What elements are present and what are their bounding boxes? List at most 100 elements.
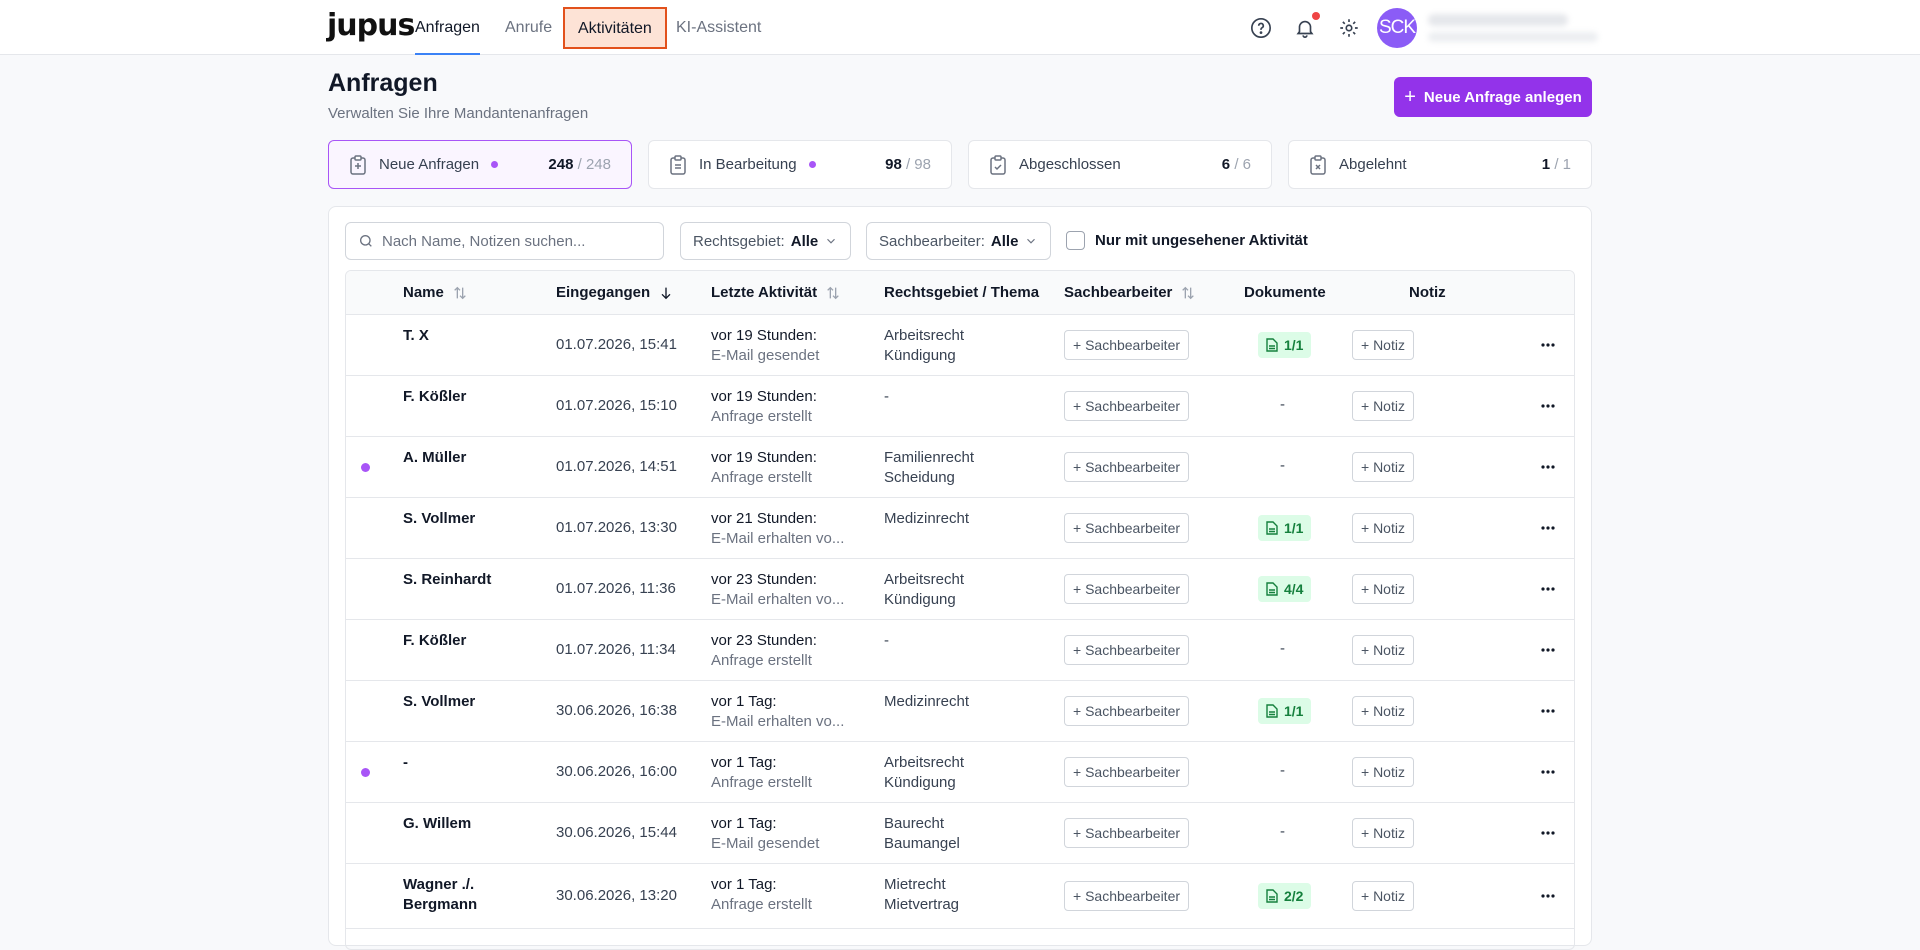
column-header-sachbearbeiter[interactable]: Sachbearbeiter: [1064, 284, 1196, 301]
app-logo[interactable]: jupus: [327, 8, 415, 43]
documents-badge[interactable]: 1/1: [1258, 698, 1312, 724]
assign-handler-button[interactable]: + Sachbearbeiter: [1064, 635, 1190, 665]
assign-handler-button[interactable]: + Sachbearbeiter: [1064, 696, 1190, 726]
stat-count: 6 / 6: [1222, 156, 1251, 173]
table-row[interactable]: Wagner ./. Bergmann 30.06.2026, 13:20 vor …: [346, 864, 1574, 929]
more-actions-icon[interactable]: [1538, 396, 1558, 416]
row-name: S. Vollmer: [403, 693, 476, 710]
activity-time: vor 1 Tag:: [711, 754, 777, 771]
table-row[interactable]: S. Vollmer 30.06.2026, 16:38 vor 1 Tag: E-M…: [346, 681, 1574, 742]
row-legal-area: Medizinrecht: [884, 692, 969, 712]
row-last-activity: vor 23 Stunden: E-Mail erhalten vo...: [711, 570, 844, 610]
assign-handler-button[interactable]: + Sachbearbeiter: [1064, 391, 1190, 421]
add-note-button[interactable]: + Notiz: [1352, 881, 1414, 911]
row-last-activity: vor 1 Tag: E-Mail gesendet: [711, 814, 819, 854]
sachbearbeiter-filter[interactable]: Sachbearbeiter: Alle: [866, 222, 1052, 260]
more-actions-icon[interactable]: [1538, 762, 1558, 782]
column-header-eingegangen[interactable]: Eingegangen: [556, 284, 674, 301]
row-legal-area: Arbeitsrecht Kündigung: [884, 753, 964, 793]
add-note-button[interactable]: + Notiz: [1352, 696, 1414, 726]
assign-handler-button[interactable]: + Sachbearbeiter: [1064, 513, 1190, 543]
row-last-activity: vor 1 Tag: Anfrage erstellt: [711, 875, 812, 915]
activity-type: E-Mail gesendet: [711, 835, 820, 852]
add-note-button[interactable]: + Notiz: [1352, 330, 1414, 360]
assign-handler-button[interactable]: + Sachbearbeiter: [1064, 330, 1190, 360]
assign-handler-button[interactable]: + Sachbearbeiter: [1064, 452, 1190, 482]
documents-badge[interactable]: 1/1: [1258, 332, 1312, 358]
activity-time: vor 1 Tag:: [711, 693, 777, 710]
stat-card-abgelehnt[interactable]: Abgelehnt 1 / 1: [1288, 140, 1592, 189]
user-avatar[interactable]: SCK: [1377, 8, 1417, 48]
activity-time: vor 19 Stunden:: [711, 388, 817, 405]
documents-count: 2/2: [1284, 888, 1304, 904]
stat-count: 248 / 248: [548, 156, 611, 173]
row-received-date: 01.07.2026, 11:34: [556, 641, 676, 658]
rechtsgebiet-filter-label: Rechtsgebiet:: [693, 232, 785, 250]
new-request-label: Neue Anfrage anlegen: [1423, 88, 1582, 106]
unseen-only-filter[interactable]: Nur mit ungesehener Aktivität: [1066, 231, 1308, 250]
chevron-down-icon: [827, 238, 836, 244]
documents-count: 4/4: [1284, 581, 1304, 597]
assign-handler-button[interactable]: + Sachbearbeiter: [1064, 818, 1190, 848]
row-documents-none: -: [1280, 396, 1285, 413]
column-header-name[interactable]: Name: [403, 284, 468, 301]
search-input[interactable]: [382, 232, 642, 250]
table-row[interactable]: T. X 01.07.2026, 15:41 vor 19 Stunden: E-Ma…: [346, 315, 1574, 376]
stat-value: 98: [885, 156, 902, 173]
add-note-button[interactable]: + Notiz: [1352, 513, 1414, 543]
nav-tab-aktivitaeten[interactable]: Aktivitäten: [563, 7, 667, 49]
nav-tab-ki-assistent[interactable]: KI-Assistent: [676, 0, 761, 55]
row-legal-area: Baurecht Baumangel: [884, 814, 960, 854]
add-note-button[interactable]: + Notiz: [1352, 757, 1414, 787]
add-note-button[interactable]: + Notiz: [1352, 635, 1414, 665]
row-name: S. Vollmer: [403, 510, 476, 527]
gear-icon[interactable]: [1337, 16, 1361, 40]
unseen-only-checkbox[interactable]: [1066, 231, 1085, 250]
column-label: Eingegangen: [556, 284, 651, 301]
stat-count: 1 / 1: [1542, 156, 1571, 173]
add-note-button[interactable]: + Notiz: [1352, 818, 1414, 848]
new-request-button[interactable]: + Neue Anfrage anlegen: [1394, 77, 1592, 117]
column-header-letzte-aktivitaet[interactable]: Letzte Aktivität: [711, 284, 841, 301]
nav-tab-anrufe[interactable]: Anrufe: [505, 0, 552, 55]
add-note-button[interactable]: + Notiz: [1352, 452, 1414, 482]
table-row[interactable]: - 30.06.2026, 16:00 vor 1 Tag: Anfrage erst…: [346, 742, 1574, 803]
more-actions-icon[interactable]: [1538, 335, 1558, 355]
help-icon[interactable]: [1249, 16, 1273, 40]
more-actions-icon[interactable]: [1538, 886, 1558, 906]
add-note-button[interactable]: + Notiz: [1352, 391, 1414, 421]
documents-badge[interactable]: 2/2: [1258, 883, 1312, 909]
stat-card-in-bearbeitung[interactable]: In Bearbeitung 98 / 98: [648, 140, 952, 189]
more-actions-icon[interactable]: [1538, 701, 1558, 721]
documents-badge[interactable]: 1/1: [1258, 515, 1312, 541]
stat-card-abgeschlossen[interactable]: Abgeschlossen 6 / 6: [968, 140, 1272, 189]
stat-card-neue-anfragen[interactable]: Neue Anfragen 248 / 248: [328, 140, 632, 189]
row-received-date: 01.07.2026, 15:41: [556, 336, 677, 353]
row-name: -: [403, 754, 408, 771]
table-row[interactable]: G. Willem 30.06.2026, 15:44 vor 1 Tag: E-Ma…: [346, 803, 1574, 864]
more-actions-icon[interactable]: [1538, 640, 1558, 660]
rechtsgebiet-filter[interactable]: Rechtsgebiet: Alle: [680, 222, 852, 260]
stat-value: 248: [548, 156, 574, 173]
add-note-button[interactable]: + Notiz: [1352, 574, 1414, 604]
table-row[interactable]: F. Kößler 01.07.2026, 15:10 vor 19 Stunden…: [346, 376, 1574, 437]
assign-handler-button[interactable]: + Sachbearbeiter: [1064, 757, 1190, 787]
nav-tab-anfragen[interactable]: Anfragen: [415, 0, 480, 55]
more-actions-icon[interactable]: [1538, 518, 1558, 538]
documents-badge[interactable]: 4/4: [1258, 576, 1312, 602]
more-actions-icon[interactable]: [1538, 579, 1558, 599]
more-actions-icon[interactable]: [1538, 823, 1558, 843]
legal-area: -: [884, 632, 889, 649]
table-row[interactable]: A. Müller 01.07.2026, 14:51 vor 19 Stunden…: [346, 437, 1574, 498]
more-actions-icon[interactable]: [1538, 457, 1558, 477]
row-name: T. X: [403, 327, 429, 344]
table-row[interactable]: S. Reinhardt 01.07.2026, 11:36 vor 23 Stun…: [346, 559, 1574, 620]
assign-handler-button[interactable]: + Sachbearbeiter: [1064, 881, 1190, 911]
row-legal-area: -: [884, 387, 889, 407]
search-field[interactable]: [345, 222, 664, 260]
table-row[interactable]: S. Vollmer 01.07.2026, 13:30 vor 21 Stunde…: [346, 498, 1574, 559]
table-row[interactable]: F. Kößler 01.07.2026, 11:34 vor 23 Stunden…: [346, 620, 1574, 681]
assign-handler-button[interactable]: + Sachbearbeiter: [1064, 574, 1190, 604]
requests-table: Name Eingegangen Letzte Aktivität Rechts…: [345, 270, 1575, 950]
row-legal-area: Mietrecht Mietvertrag: [884, 875, 959, 915]
